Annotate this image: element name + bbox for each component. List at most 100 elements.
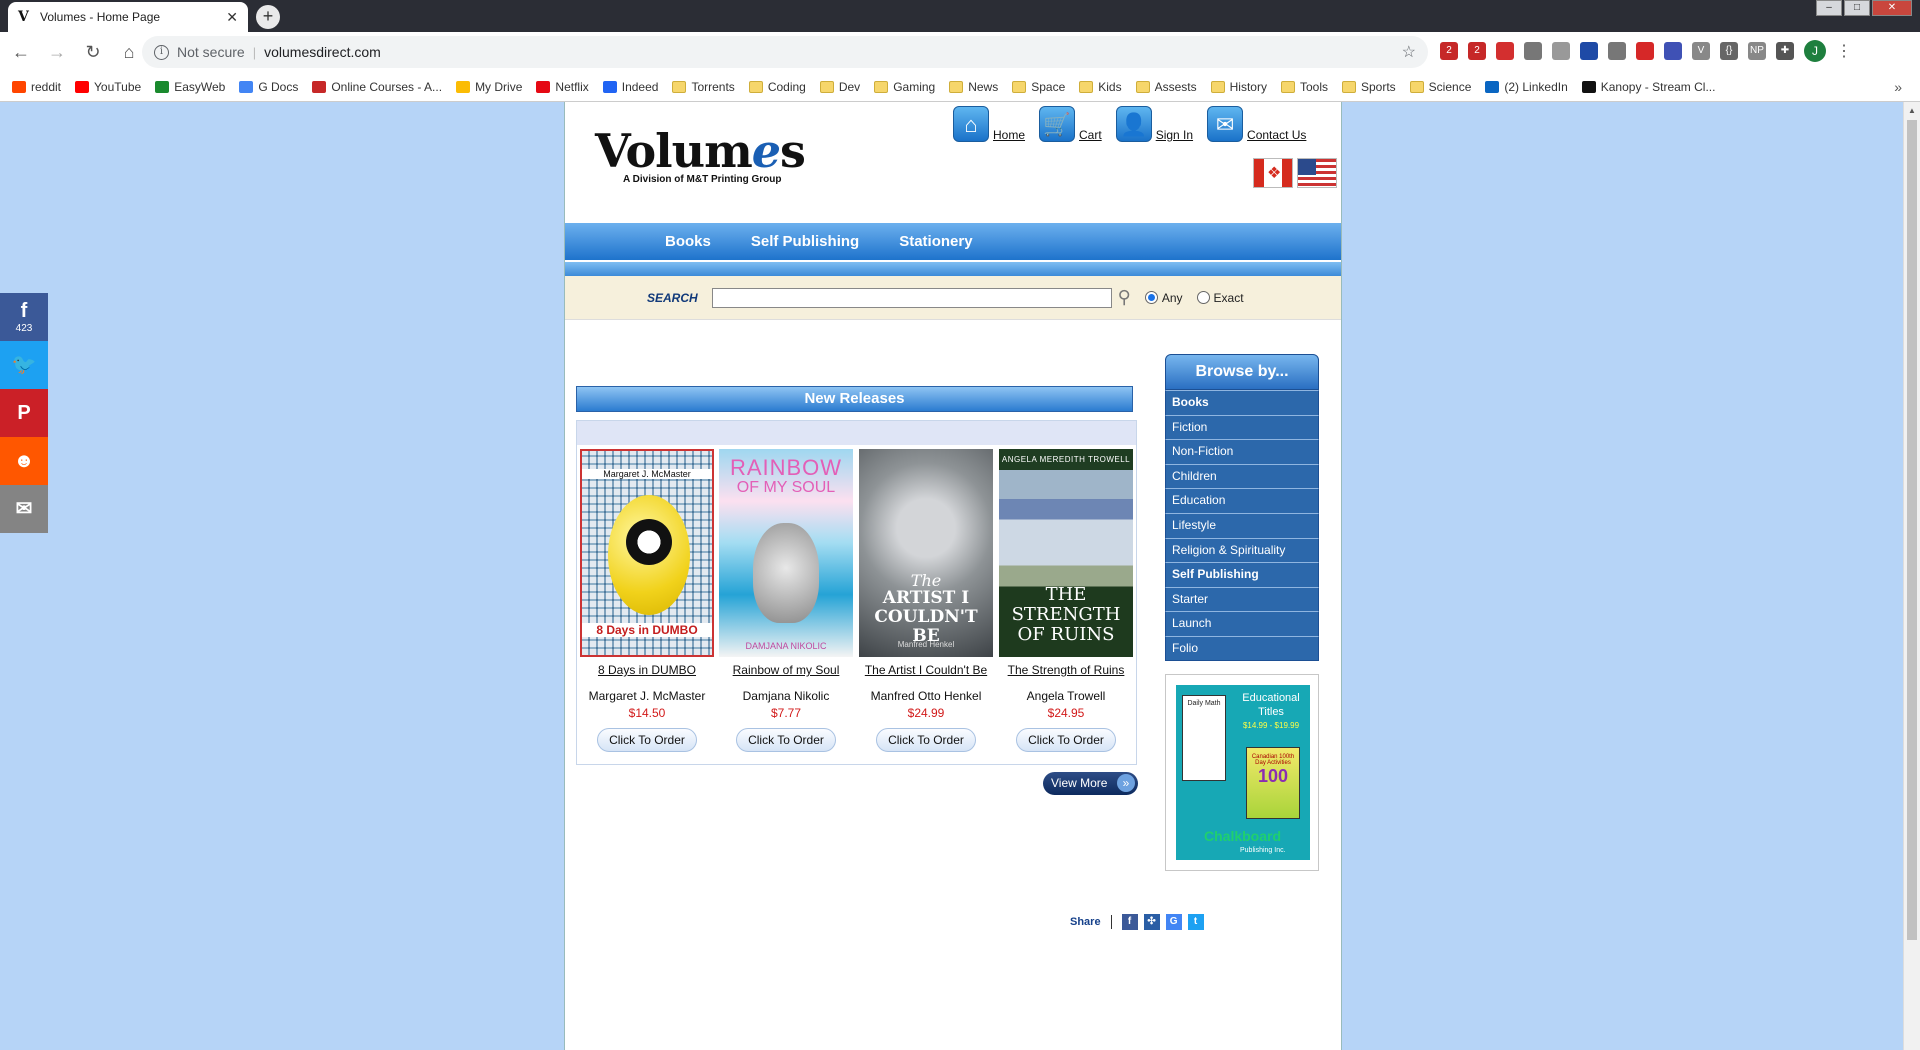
click-to-order-button[interactable]: Click To Order (876, 728, 976, 752)
browse-item[interactable]: Education (1165, 488, 1319, 513)
nav-stationery[interactable]: Stationery (899, 233, 972, 250)
info-icon[interactable]: i (154, 44, 169, 60)
bookmark-item[interactable]: Assests (1135, 80, 1197, 94)
forward-arrow-icon[interactable]: → (42, 42, 72, 63)
home-icon[interactable]: ⌂ (114, 42, 144, 63)
signin-link[interactable]: 👤 Sign In (1115, 106, 1193, 142)
book-cover[interactable]: The ARTIST I COULDN'T BE Manfred Henkel (859, 449, 993, 657)
bookmark-item[interactable]: Space (1012, 80, 1065, 94)
usa-flag-icon[interactable] (1297, 158, 1337, 188)
bookmark-item[interactable]: Online Courses - A... (312, 80, 442, 94)
bookmark-item[interactable]: Kids (1079, 80, 1122, 94)
cart-link-label[interactable]: Cart (1079, 128, 1102, 142)
puzzle-extensions-icon[interactable]: ✚ (1776, 42, 1794, 60)
book-title-link[interactable]: The Strength of Ruins (999, 663, 1133, 677)
book-title-link[interactable]: 8 Days in DUMBO (580, 663, 714, 677)
search-input[interactable] (711, 287, 1112, 308)
browser-tab[interactable]: V Volumes - Home Page ✕ (8, 2, 248, 32)
json-extension-icon[interactable]: {} (1720, 42, 1738, 60)
twitter-share-button[interactable]: 🐦 (0, 341, 48, 389)
search-icon[interactable]: ⚲ (1118, 287, 1131, 308)
nav-self-publishing[interactable]: Self Publishing (751, 233, 859, 250)
back-arrow-icon[interactable]: ← (6, 42, 36, 63)
close-window-button[interactable]: ✕ (1872, 0, 1912, 16)
view-more-button[interactable]: View More » (1043, 772, 1138, 795)
click-to-order-button[interactable]: Click To Order (1016, 728, 1116, 752)
browse-item[interactable]: Religion & Spirituality (1165, 537, 1319, 563)
bookmark-item[interactable]: Coding (748, 80, 806, 94)
contact-link-label[interactable]: Contact Us (1247, 128, 1306, 142)
book-cover[interactable]: Margaret J. McMaster 8 Days in DUMBO (580, 449, 714, 657)
browse-item[interactable]: Children (1165, 463, 1319, 489)
radio-exact[interactable] (1196, 291, 1210, 304)
google-share-icon[interactable]: G (1165, 914, 1182, 930)
url-text[interactable]: volumesdirect.com (264, 44, 1394, 60)
new-tab-button[interactable]: + (256, 5, 280, 29)
minimize-button[interactable]: – (1816, 0, 1842, 16)
bookmark-item[interactable]: History (1210, 80, 1267, 94)
bookmark-item[interactable]: reddit (12, 80, 61, 94)
radio-any[interactable] (1144, 291, 1158, 304)
browse-item[interactable]: Launch (1165, 611, 1319, 636)
translate-extension-icon[interactable] (1552, 42, 1570, 60)
tab-close-icon[interactable]: ✕ (226, 9, 238, 26)
cart-link[interactable]: 🛒 Cart (1039, 106, 1102, 142)
contact-link[interactable]: ✉ Contact Us (1207, 106, 1306, 142)
facebook-share-button[interactable]: f 423 (0, 293, 48, 341)
browse-item[interactable]: Starter (1165, 586, 1319, 612)
vue-extension-icon[interactable]: V (1692, 42, 1710, 60)
cart-icon[interactable]: 🛒 (1039, 106, 1076, 142)
gear-extension-icon[interactable] (1608, 42, 1626, 60)
bookmark-item[interactable]: Indeed (602, 80, 658, 94)
screenshot-extension-icon[interactable] (1524, 42, 1542, 60)
search-mode-any[interactable]: Any (1144, 291, 1183, 305)
ublock-extension-icon[interactable]: 2 (1468, 42, 1486, 60)
address-bar[interactable]: i Not secure | volumesdirect.com ☆ (142, 36, 1428, 68)
educational-titles-ad[interactable]: Daily Math Educational Titles $14.99 - $1… (1176, 685, 1310, 860)
reddit-share-button[interactable]: ☻ (0, 437, 48, 485)
bookmarks-overflow-icon[interactable]: » (1894, 79, 1902, 95)
bookmark-item[interactable]: My Drive (456, 80, 522, 94)
click-to-order-button[interactable]: Click To Order (736, 728, 836, 752)
np-extension-icon[interactable]: NP (1748, 42, 1766, 60)
flag-extension-icon[interactable] (1580, 42, 1598, 60)
home-icon[interactable]: ⌂ (953, 106, 989, 142)
book-cover[interactable]: ANGELA MEREDITH TROWELL THE STRENGTH OF … (999, 449, 1133, 657)
site-logo[interactable]: Volumes A Division of M&T Printing Group (595, 124, 806, 185)
myspace-share-icon[interactable]: ✣ (1143, 914, 1160, 930)
nav-books[interactable]: Books (665, 233, 711, 250)
search-mode-exact[interactable]: Exact (1196, 291, 1244, 305)
home-link-label[interactable]: Home (993, 128, 1025, 142)
facebook-share-icon[interactable]: f (1121, 914, 1138, 930)
search-extension-icon[interactable] (1664, 42, 1682, 60)
bookmark-item[interactable]: YouTube (75, 80, 141, 94)
scrollbar-thumb[interactable] (1907, 120, 1917, 940)
bookmark-item[interactable]: Dev (819, 80, 860, 94)
bookmark-item[interactable]: Tools (1280, 80, 1328, 94)
book-cover[interactable]: RAINBOW OF MY SOUL DAMJANA NIKOLIC (719, 449, 853, 657)
book-title-link[interactable]: The Artist I Couldn't Be (859, 663, 993, 677)
bookmark-item[interactable]: Torrents (672, 80, 735, 94)
email-share-button[interactable]: ✉ (0, 485, 48, 533)
browse-item[interactable]: Self Publishing (1165, 562, 1319, 587)
pinterest-share-button[interactable]: P (0, 389, 48, 437)
bookmark-star-icon[interactable]: ☆ (1402, 42, 1416, 62)
browse-item[interactable]: Non-Fiction (1165, 439, 1319, 464)
bookmark-item[interactable]: (2) LinkedIn (1485, 80, 1568, 94)
bookmark-item[interactable]: Gaming (874, 80, 935, 94)
bookmark-item[interactable]: Science (1409, 80, 1471, 94)
click-to-order-button[interactable]: Click To Order (597, 728, 697, 752)
bookmark-item[interactable]: News (949, 80, 998, 94)
home-link[interactable]: ⌂ Home (953, 106, 1025, 142)
reload-icon[interactable]: ↻ (78, 42, 108, 63)
canada-flag-icon[interactable] (1253, 158, 1293, 188)
book-title-link[interactable]: Rainbow of my Soul (719, 663, 853, 677)
menu-kebab-icon[interactable]: ⋮ (1836, 41, 1852, 61)
browse-item[interactable]: Lifestyle (1165, 512, 1319, 538)
page-scrollbar[interactable]: ▲ (1903, 102, 1920, 1050)
adblock-extension-icon[interactable]: 2 (1440, 42, 1458, 60)
browse-item[interactable]: Books (1165, 390, 1319, 415)
bookmark-item[interactable]: Netflix (536, 80, 589, 94)
user-icon[interactable]: 👤 (1115, 106, 1152, 142)
shield-extension-icon[interactable] (1636, 42, 1654, 60)
